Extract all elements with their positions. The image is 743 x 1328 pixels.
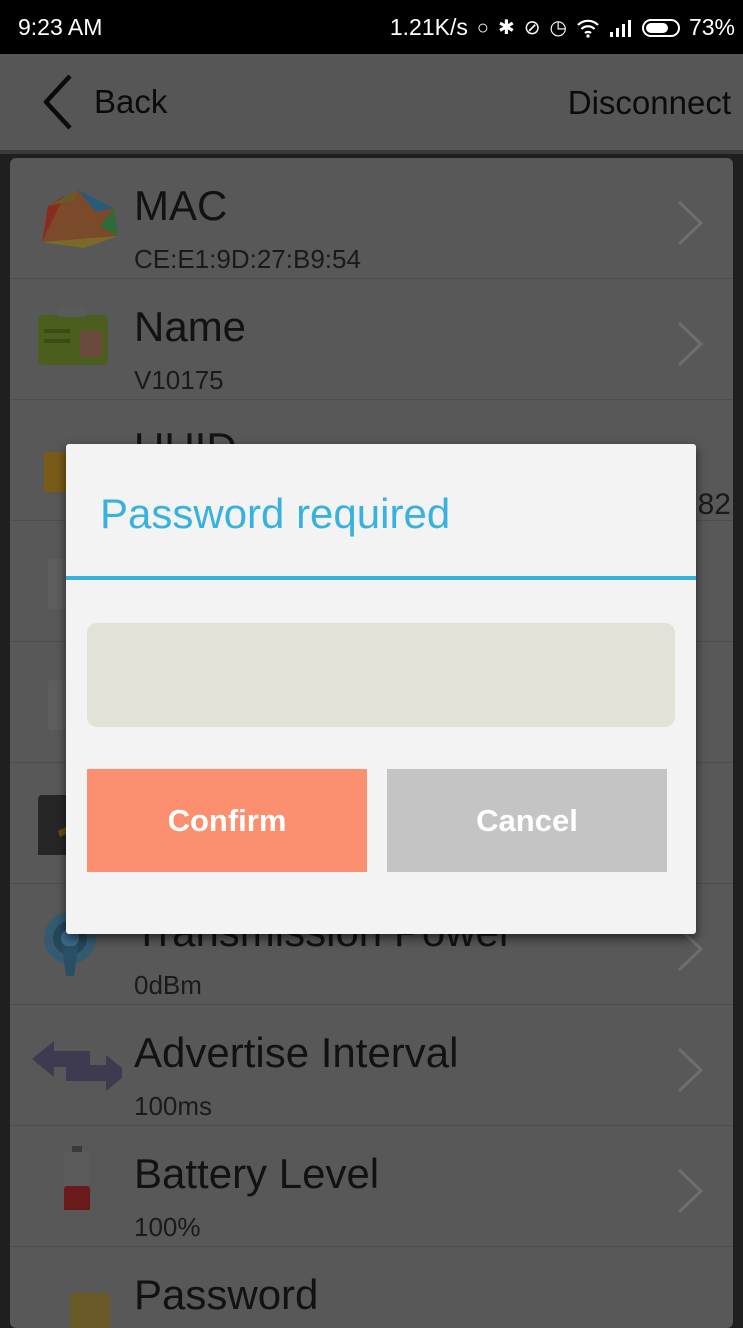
item-value: CE:E1:9D:27:B9:54 [134, 244, 361, 274]
chevron-right-icon [677, 321, 704, 367]
battery-percent: 73% [688, 14, 735, 40]
signal-icon [609, 19, 631, 37]
item-value: 100ms [134, 1091, 213, 1121]
list-item-name[interactable]: Name V10175 [10, 279, 733, 400]
app-bar: Back Disconnect [0, 54, 743, 154]
color-fan-icon [42, 190, 118, 248]
item-title: Name [134, 303, 247, 350]
item-title: Battery Level [134, 1150, 380, 1197]
uuid-tail: 82 [697, 488, 731, 521]
chevron-left-icon [43, 74, 72, 130]
disconnect-button[interactable]: Disconnect [568, 84, 731, 122]
chevron-right-icon [677, 1047, 704, 1093]
item-title: MAC [134, 182, 228, 229]
item-value: V10175 [134, 365, 224, 395]
alarm-icon: ◷ [549, 16, 567, 39]
status-bar: 9:23 AM 1.21K/s ○ ✱ ⊘ ◷ 73% [0, 0, 743, 54]
list-item-mac[interactable]: MAC CE:E1:9D:27:B9:54 [10, 158, 733, 279]
mute-icon: ⊘ [523, 16, 541, 39]
status-icons: 1.21K/s ○ ✱ ⊘ ◷ 73% [390, 14, 735, 41]
list-item-password[interactable]: Password [10, 1247, 733, 1328]
back-button[interactable]: Back [40, 72, 167, 132]
battery-icon [641, 18, 680, 37]
status-time: 9:23 AM [18, 14, 103, 40]
chevron-right-icon [677, 1168, 704, 1214]
sync-icon: ○ [476, 16, 489, 39]
list-item-advertise-interval[interactable]: Advertise Interval 100ms [10, 1005, 733, 1126]
list-item-battery-level[interactable]: Battery Level 100% [10, 1126, 733, 1247]
battery-level-icon [64, 1146, 90, 1210]
item-title: Advertise Interval [134, 1029, 459, 1076]
dialog-title: Password required [100, 490, 451, 537]
confirm-button[interactable]: Confirm [87, 769, 367, 872]
net-speed: 1.21K/s [389, 14, 468, 40]
item-title: Password [134, 1271, 319, 1318]
back-label: Back [94, 83, 168, 120]
battery-fill [645, 22, 668, 33]
item-value: 0dBm [134, 970, 202, 1000]
wifi-icon [577, 19, 599, 38]
bluetooth-icon: ✱ [497, 16, 515, 39]
password-dialog: Password required Confirm Cancel [66, 444, 696, 934]
cancel-button[interactable]: Cancel [387, 769, 667, 872]
dialog-divider [66, 576, 696, 580]
item-value: 100% [134, 1212, 201, 1242]
chevron-right-icon [677, 200, 704, 246]
arrows-icon [32, 1041, 122, 1091]
lock-icon [70, 1293, 110, 1328]
id-card-icon [38, 307, 108, 365]
password-input[interactable] [87, 623, 675, 727]
